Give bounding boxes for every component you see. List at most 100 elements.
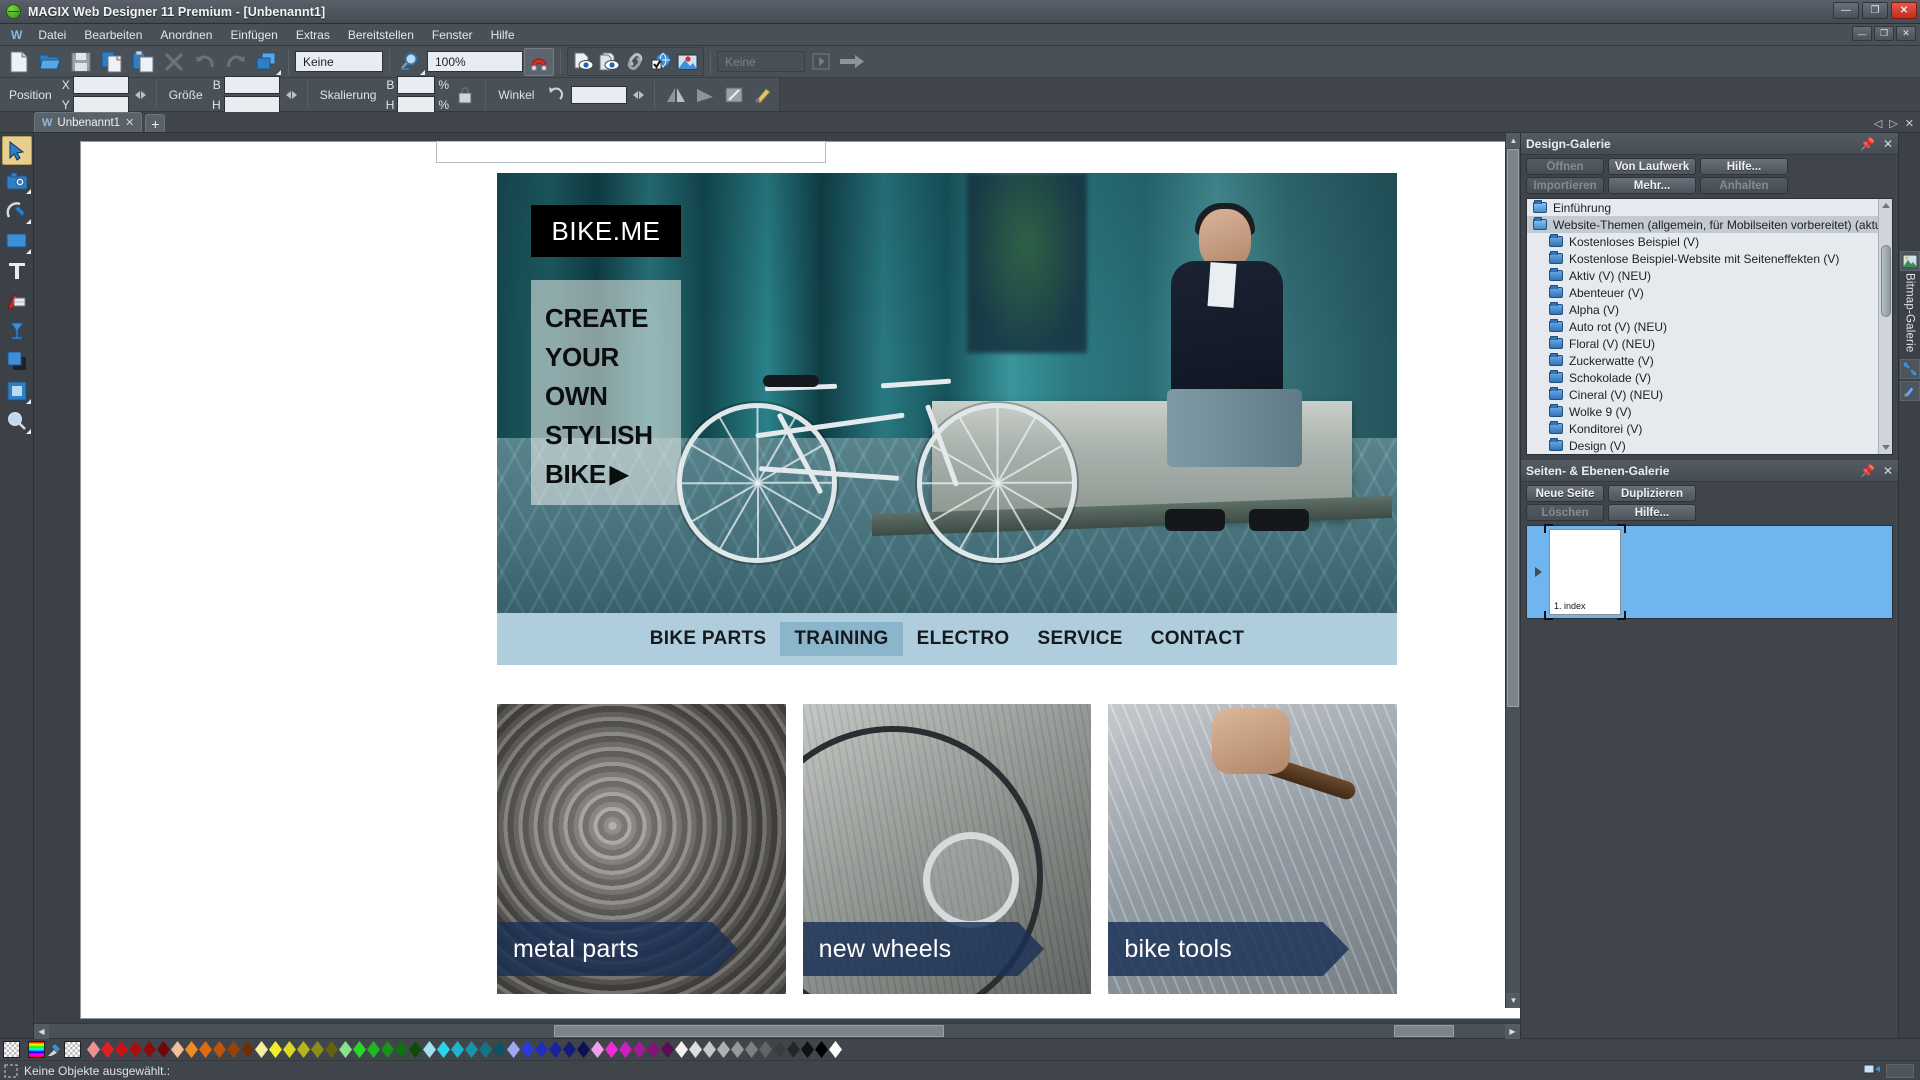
duplicate-icon[interactable] <box>252 48 282 76</box>
close-button[interactable]: ✕ <box>1891 2 1917 19</box>
color-swatch[interactable] <box>339 1041 352 1058</box>
color-swatch[interactable] <box>493 1041 506 1058</box>
color-swatch[interactable] <box>423 1041 436 1058</box>
quality-dropdown[interactable]: Keine <box>295 51 383 72</box>
stop-button[interactable]: Anhalten <box>1700 177 1788 194</box>
menu-item-anordnen[interactable]: Anordnen <box>151 26 221 44</box>
tree-item-alpha[interactable]: Alpha (V) <box>1527 301 1892 318</box>
open-button[interactable]: Öffnen <box>1526 158 1604 175</box>
shadow-tool[interactable] <box>2 346 32 375</box>
rectangle-tool[interactable] <box>2 226 32 255</box>
scroll-down-arrow-icon[interactable]: ▼ <box>1506 993 1520 1008</box>
menu-item-bearbeiten[interactable]: Bearbeiten <box>75 26 151 44</box>
color-swatch[interactable] <box>521 1041 534 1058</box>
tree-item-kostenloses-beispiel[interactable]: Kostenloses Beispiel (V) <box>1527 233 1892 250</box>
color-swatch[interactable] <box>143 1041 156 1058</box>
color-swatch[interactable] <box>801 1041 814 1058</box>
magnet-snap-icon[interactable] <box>524 48 554 76</box>
color-swatch[interactable] <box>787 1041 800 1058</box>
close-icon[interactable]: ✕ <box>1883 464 1893 478</box>
menu-item-bereitstellen[interactable]: Bereitstellen <box>339 26 423 44</box>
page-thumbnail[interactable]: 1. index <box>1549 529 1621 615</box>
freehand-tool[interactable] <box>2 196 32 225</box>
color-swatch[interactable] <box>283 1041 296 1058</box>
fill-gallery-icon[interactable] <box>1900 381 1920 401</box>
size-spinner[interactable] <box>284 91 299 99</box>
color-swatch[interactable] <box>101 1041 114 1058</box>
tree-item-einfuehrung[interactable]: Einführung <box>1527 199 1892 216</box>
color-picker-icon[interactable] <box>28 1041 45 1058</box>
pin-icon[interactable]: 📌 <box>1860 464 1875 478</box>
text-tool[interactable] <box>2 256 32 285</box>
menu-item-hilfe[interactable]: Hilfe <box>482 26 524 44</box>
color-swatch[interactable] <box>227 1041 240 1058</box>
color-swatch[interactable] <box>185 1041 198 1058</box>
scroll-left-arrow-icon[interactable]: ◀ <box>34 1024 49 1039</box>
help-button[interactable]: Hilfe... <box>1700 158 1788 175</box>
angle-spinner[interactable] <box>631 91 646 99</box>
color-swatch[interactable] <box>395 1041 408 1058</box>
hero-banner[interactable]: BIKE.ME CREATE YOUR OWN STYLISH BIKE ▶ <box>497 173 1397 613</box>
color-swatch[interactable] <box>661 1041 674 1058</box>
menu-item-fenster[interactable]: Fenster <box>423 26 482 44</box>
color-swatch[interactable] <box>255 1041 268 1058</box>
scale-width-input[interactable] <box>397 76 435 94</box>
paste-icon[interactable] <box>128 48 158 76</box>
scroll-up-arrow-icon[interactable] <box>1882 203 1890 208</box>
status-box[interactable] <box>1886 1064 1914 1078</box>
selection-handle[interactable] <box>1617 611 1626 620</box>
site-logo[interactable]: BIKE.ME <box>531 205 681 257</box>
preview-page-icon[interactable] <box>571 50 596 73</box>
scroll-up-arrow-icon[interactable]: ▲ <box>1506 133 1520 148</box>
document-page[interactable]: BIKE.ME CREATE YOUR OWN STYLISH BIKE ▶ <box>80 141 1520 1019</box>
color-swatch[interactable] <box>703 1041 716 1058</box>
tree-item-schokolade[interactable]: Schokolade (V) <box>1527 369 1892 386</box>
close-document-icon[interactable]: ✕ <box>1905 117 1914 130</box>
color-swatch[interactable] <box>549 1041 562 1058</box>
color-swatch[interactable] <box>773 1041 786 1058</box>
nav-item-contact[interactable]: CONTACT <box>1137 622 1259 656</box>
tree-item-konditorei[interactable]: Konditorei (V) <box>1527 420 1892 437</box>
color-swatch[interactable] <box>171 1041 184 1058</box>
tree-item-wolke-9[interactable]: Wolke 9 (V) <box>1527 403 1892 420</box>
nav-item-service[interactable]: SERVICE <box>1024 622 1137 656</box>
color-swatch[interactable] <box>815 1041 828 1058</box>
design-gallery-tree[interactable]: Einführung Website-Themen (allgemein, fü… <box>1526 198 1893 455</box>
mdi-minimize-button[interactable]: — <box>1852 26 1872 41</box>
color-swatch[interactable] <box>633 1041 646 1058</box>
pages-list[interactable]: 1. index <box>1526 525 1893 619</box>
app-w-logo[interactable]: W <box>4 28 29 42</box>
more-button[interactable]: Mehr... <box>1608 177 1696 194</box>
tree-item-floral[interactable]: Floral (V) (NEU) <box>1527 335 1892 352</box>
color-swatch[interactable] <box>535 1041 548 1058</box>
fill-tool[interactable] <box>2 286 32 315</box>
pages-help-button[interactable]: Hilfe... <box>1608 504 1696 521</box>
no-color-icon[interactable] <box>3 1041 20 1058</box>
size-height-input[interactable] <box>224 96 280 114</box>
open-folder-icon[interactable] <box>35 48 65 76</box>
pin-icon[interactable]: 📌 <box>1860 137 1875 151</box>
color-swatch[interactable] <box>367 1041 380 1058</box>
minimize-button[interactable]: — <box>1833 2 1859 19</box>
color-swatch[interactable] <box>129 1041 142 1058</box>
transparency-tool[interactable] <box>2 316 32 345</box>
scroll-down-arrow-icon[interactable] <box>1882 445 1890 450</box>
status-indicator-icon[interactable] <box>1864 1063 1880 1078</box>
color-swatch[interactable] <box>759 1041 772 1058</box>
canvas-vertical-scrollbar[interactable]: ▲ ▼ <box>1505 133 1520 1008</box>
x-input[interactable] <box>73 76 129 94</box>
color-swatch[interactable] <box>647 1041 660 1058</box>
scale-height-input[interactable] <box>397 96 435 114</box>
new-page-button[interactable]: Neue Seite <box>1526 485 1604 502</box>
expand-arrow-icon[interactable] <box>1535 567 1542 577</box>
color-swatch[interactable] <box>87 1041 100 1058</box>
size-width-input[interactable] <box>224 76 280 94</box>
zoom-dropdown[interactable]: 100% <box>427 51 523 72</box>
color-swatch[interactable] <box>591 1041 604 1058</box>
tree-scroll-thumb[interactable] <box>1881 245 1891 317</box>
color-swatch[interactable] <box>745 1041 758 1058</box>
page-item-index[interactable]: 1. index <box>1549 529 1621 615</box>
menu-item-extras[interactable]: Extras <box>287 26 339 44</box>
selection-handle[interactable] <box>1544 611 1553 620</box>
resize-arrow-icon[interactable] <box>1900 359 1920 379</box>
